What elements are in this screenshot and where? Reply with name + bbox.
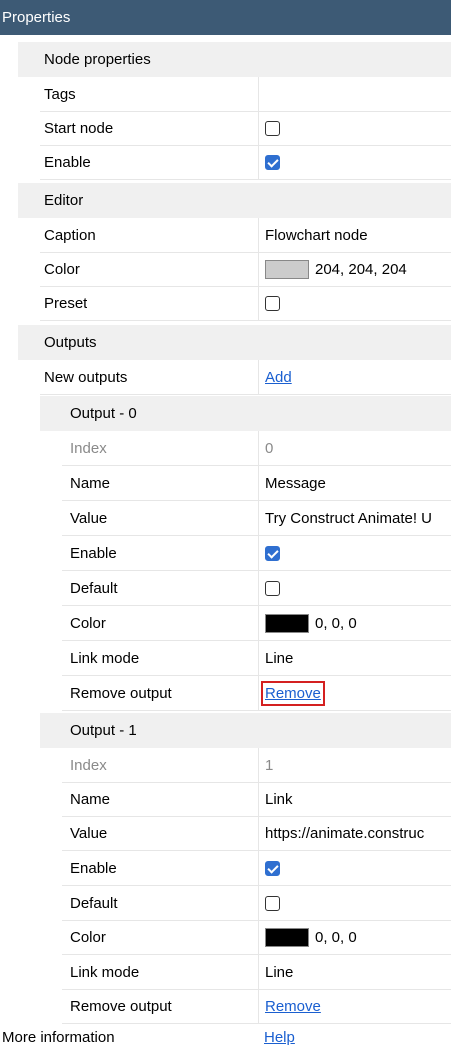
property-label: Start node bbox=[44, 120, 114, 137]
panel-title: Properties bbox=[0, 0, 451, 35]
property-row-name[interactable]: Name Link bbox=[62, 782, 451, 817]
index-value: 1 bbox=[258, 748, 451, 783]
property-row-index: Index 0 bbox=[62, 431, 451, 466]
property-row-enable[interactable]: Enable bbox=[62, 851, 451, 886]
property-label: Caption bbox=[44, 227, 96, 244]
property-label: Value bbox=[70, 825, 108, 842]
value-value[interactable]: https://animate.construc bbox=[258, 816, 451, 851]
category-output-1[interactable]: Output - 1 bbox=[40, 713, 451, 748]
property-row-link-mode[interactable]: Link mode Line bbox=[62, 955, 451, 990]
property-label: Value bbox=[70, 510, 108, 527]
property-label: Index bbox=[70, 757, 107, 774]
category-label: Output - 0 bbox=[70, 405, 137, 422]
property-row-index: Index 1 bbox=[62, 748, 451, 783]
property-row-value[interactable]: Value https://animate.construc bbox=[62, 816, 451, 851]
property-label: Color bbox=[70, 615, 106, 632]
property-row-preset[interactable]: Preset bbox=[40, 286, 451, 321]
category-label: Node properties bbox=[44, 51, 151, 68]
category-node-properties[interactable]: Node properties bbox=[18, 42, 451, 77]
property-label: Default bbox=[70, 895, 118, 912]
default-checkbox[interactable] bbox=[265, 895, 280, 911]
name-value[interactable]: Link bbox=[258, 782, 451, 817]
more-information-row[interactable]: More information Help bbox=[0, 1023, 451, 1053]
category-label: Outputs bbox=[44, 334, 97, 351]
property-label: Enable bbox=[44, 154, 91, 171]
property-row-default[interactable]: Default bbox=[62, 886, 451, 921]
property-row-caption[interactable]: Caption Flowchart node bbox=[40, 218, 451, 253]
property-row-tags[interactable]: Tags bbox=[40, 77, 451, 112]
property-row-link-mode[interactable]: Link mode Line bbox=[62, 641, 451, 676]
property-label: Enable bbox=[70, 860, 117, 877]
tags-value[interactable] bbox=[258, 77, 451, 112]
more-information-label: More information bbox=[2, 1029, 115, 1046]
color-value: 0, 0, 0 bbox=[315, 615, 357, 632]
enable-checkbox[interactable] bbox=[265, 860, 280, 876]
start-node-checkbox[interactable] bbox=[265, 120, 280, 136]
property-row-enable[interactable]: Enable bbox=[62, 536, 451, 571]
category-label: Editor bbox=[44, 192, 84, 209]
enable-checkbox[interactable] bbox=[265, 545, 280, 561]
property-row-name[interactable]: Name Message bbox=[62, 466, 451, 501]
property-label: Default bbox=[70, 580, 118, 597]
enable-checkbox[interactable] bbox=[265, 154, 280, 170]
default-checkbox[interactable] bbox=[265, 580, 280, 596]
color-swatch[interactable] bbox=[265, 927, 309, 947]
property-row-value[interactable]: Value Try Construct Animate! U bbox=[62, 501, 451, 536]
name-value[interactable]: Message bbox=[258, 466, 451, 501]
color-swatch[interactable] bbox=[265, 259, 309, 279]
help-link[interactable]: Help bbox=[264, 1029, 295, 1046]
index-value: 0 bbox=[258, 431, 451, 466]
property-row-remove-output[interactable]: Remove output Remove bbox=[62, 676, 451, 711]
remove-output-link[interactable]: Remove bbox=[265, 998, 321, 1015]
property-label: Index bbox=[70, 440, 107, 457]
property-label: Remove output bbox=[70, 998, 172, 1015]
category-label: Output - 1 bbox=[70, 722, 137, 739]
property-row-enable[interactable]: Enable bbox=[40, 145, 451, 180]
property-row-start-node[interactable]: Start node bbox=[40, 111, 451, 146]
preset-checkbox[interactable] bbox=[265, 295, 280, 311]
property-label: Name bbox=[70, 791, 111, 808]
value-value[interactable]: Try Construct Animate! U bbox=[258, 501, 451, 536]
link-mode-value[interactable]: Line bbox=[258, 955, 451, 990]
color-value: 0, 0, 0 bbox=[315, 929, 357, 946]
caption-value[interactable]: Flowchart node bbox=[258, 218, 451, 253]
property-label: Name bbox=[70, 475, 111, 492]
color-value: 204, 204, 204 bbox=[315, 261, 407, 278]
property-label: Color bbox=[44, 261, 80, 278]
property-row-color[interactable]: Color 0, 0, 0 bbox=[62, 606, 451, 641]
property-label: Color bbox=[70, 929, 106, 946]
link-mode-value[interactable]: Line bbox=[258, 641, 451, 676]
remove-output-link[interactable]: Remove bbox=[261, 681, 325, 706]
property-row-color[interactable]: Color 0, 0, 0 bbox=[62, 920, 451, 955]
property-row-remove-output[interactable]: Remove output Remove bbox=[62, 989, 451, 1024]
property-label: Preset bbox=[44, 295, 88, 312]
category-output-0[interactable]: Output - 0 bbox=[40, 396, 451, 431]
color-swatch[interactable] bbox=[265, 613, 309, 633]
property-label: Link mode bbox=[70, 964, 140, 981]
property-label: New outputs bbox=[44, 369, 128, 386]
category-outputs[interactable]: Outputs bbox=[18, 325, 451, 360]
property-row-color[interactable]: Color 204, 204, 204 bbox=[40, 252, 451, 287]
property-label: Enable bbox=[70, 545, 117, 562]
property-row-new-outputs[interactable]: New outputs Add bbox=[40, 360, 451, 395]
add-output-link[interactable]: Add bbox=[265, 369, 292, 386]
property-row-default[interactable]: Default bbox=[62, 571, 451, 606]
category-editor[interactable]: Editor bbox=[18, 183, 451, 218]
property-label: Remove output bbox=[70, 685, 172, 702]
property-label: Link mode bbox=[70, 650, 140, 667]
property-label: Tags bbox=[44, 86, 76, 103]
